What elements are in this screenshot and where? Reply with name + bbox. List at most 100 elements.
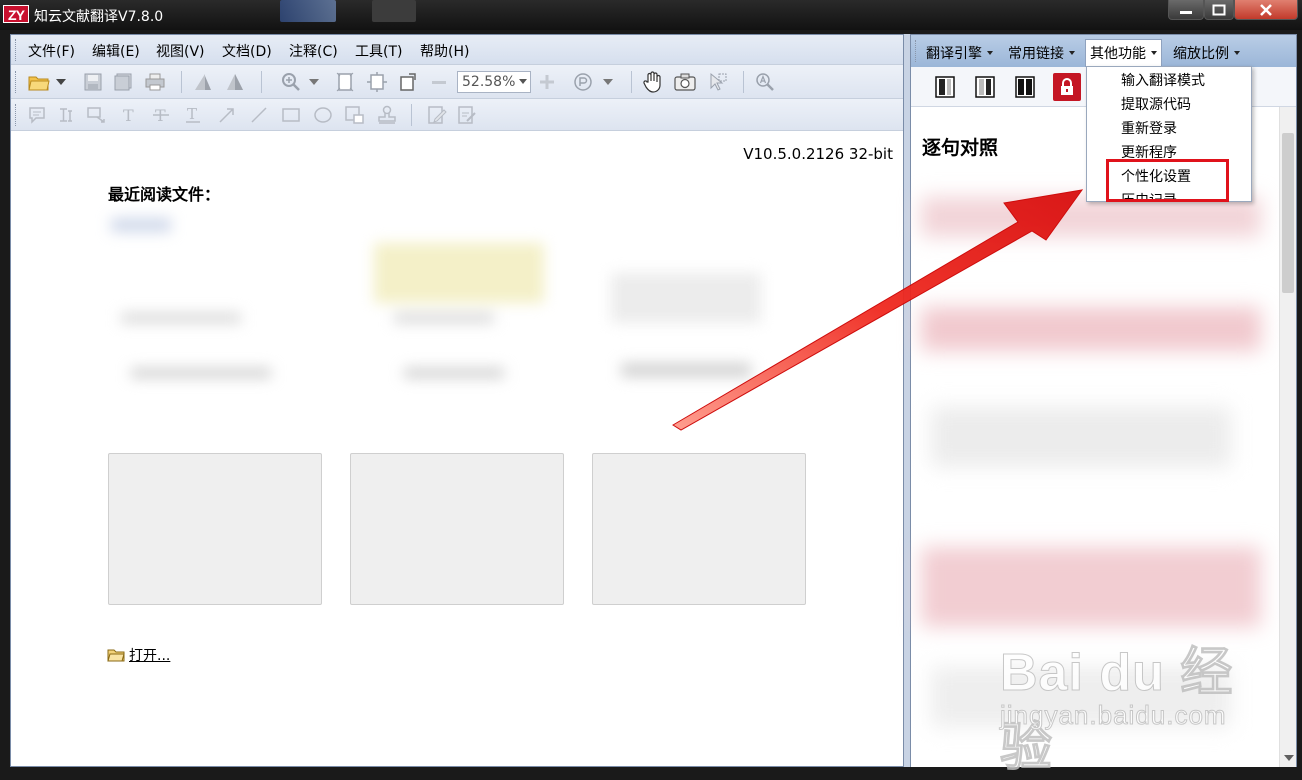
recent-file-thumbnail[interactable] [354,213,554,408]
sentence-compare-title: 逐句对照 [922,137,999,159]
callout-button[interactable] [85,103,109,127]
open-file-link[interactable]: 打开... [107,645,170,665]
pdf-viewer-pane: 文件(F) 编辑(E) 视图(V) 文档(D) 注释(C) 工具(T) 帮助(H… [10,34,904,767]
minimize-icon [1180,10,1192,14]
plus-icon [540,75,554,89]
sign-button[interactable] [455,103,479,127]
minimize-button[interactable] [1168,0,1204,20]
triangle-select-icon [227,74,243,90]
area-highlight-button[interactable] [343,103,367,127]
stamp-button[interactable] [375,103,399,127]
text-select-button[interactable] [191,70,215,94]
version-label: V10.5.0.2126 32-bit [743,145,893,163]
toolbar-separator [743,71,744,93]
save-button[interactable] [81,70,105,94]
rectangle-button[interactable] [279,103,303,127]
hand-tool-button[interactable] [641,70,665,94]
menu-tools[interactable]: 工具(T) [355,41,402,61]
title-bar: ZY 知云文献翻译V7.8.0 [0,0,1302,30]
fit-page-button[interactable] [333,70,357,94]
menu-edit[interactable]: 编辑(E) [92,41,140,61]
book-split-icon [935,76,955,98]
hand-icon [643,71,661,93]
line-button[interactable] [247,103,271,127]
note-button[interactable] [25,103,49,127]
ellipse-button[interactable] [311,103,335,127]
chevron-down-icon [1234,51,1240,55]
menu-annotation[interactable]: 注释(C) [289,41,338,61]
layout-dual-button[interactable] [1013,75,1037,99]
zoom-out-button[interactable] [427,70,451,94]
menu-common-links-label: 常用链接 [1008,46,1064,62]
layout-split-button[interactable] [933,75,957,99]
print-button[interactable] [143,70,167,94]
book-dual-icon [1015,76,1035,98]
menu-document[interactable]: 文档(D) [222,41,272,61]
underline-button[interactable]: T [181,103,205,127]
translation-menubar: 翻译引擎 常用链接 其他功能 缩放比例 [911,35,1296,69]
fit-width-button[interactable] [365,70,389,94]
empty-recent-slot [350,453,564,605]
letter-t-icon: T [123,106,134,124]
menu-file[interactable]: 文件(F) [28,41,75,61]
rectangle-icon [282,108,300,122]
find-text-button[interactable] [753,70,777,94]
watermark-url-text: jingyan.baidu.com [1000,700,1227,731]
svg-text:T: T [123,106,134,124]
callout-icon [87,107,105,123]
dropdown-item-extract-source-code[interactable]: 提取源代码 [1121,94,1191,114]
toolbar-grip [15,104,18,126]
edit-document-icon [428,106,447,124]
arrow-button[interactable] [215,103,239,127]
menu-translation-engine[interactable]: 翻译引擎 [926,43,993,63]
zoom-level-combobox[interactable]: 52.58% [457,71,531,93]
toolbar-grip [15,39,18,61]
ellipse-icon [314,107,332,123]
folder-open-icon [28,76,50,91]
chevron-down-icon [309,79,319,85]
edit-form-button[interactable] [425,103,449,127]
translation-scrollbar[interactable] [1279,107,1296,767]
underline-icon: T [186,106,200,123]
page-nav-button[interactable] [571,70,595,94]
snapshot-button[interactable] [673,70,697,94]
app-logo: ZY [3,5,29,23]
maximize-button[interactable] [1204,0,1234,20]
strikethrough-button[interactable]: T [149,103,173,127]
recent-file-thumbnail[interactable] [601,213,801,408]
line-icon [251,107,267,123]
snapshot-select-button[interactable] [223,70,247,94]
dropdown-item-relogin[interactable]: 重新登录 [1121,118,1177,138]
zoom-in-button[interactable] [279,70,303,94]
close-button[interactable] [1234,0,1298,20]
dropdown-item-input-translation-mode[interactable]: 输入翻译模式 [1121,70,1205,90]
menu-common-links[interactable]: 常用链接 [1008,43,1075,63]
menu-other-functions[interactable]: 其他功能 [1085,39,1162,69]
menu-zoom-ratio-label: 缩放比例 [1173,46,1229,62]
toolbar-separator [631,71,632,93]
menu-help[interactable]: 帮助(H) [420,41,469,61]
typewriter-button[interactable]: T [117,103,141,127]
menu-view[interactable]: 视图(V) [156,41,205,61]
lock-button[interactable] [1053,73,1081,101]
open-file-button[interactable] [27,70,51,94]
rotate-button[interactable] [397,70,421,94]
menu-translation-engine-label: 翻译引擎 [926,46,982,62]
search-text-icon [756,73,774,91]
select-tool-button[interactable] [705,70,729,94]
page-nav-dropdown[interactable] [601,70,615,94]
zoom-plus-button[interactable] [535,70,559,94]
text-box-button[interactable] [55,103,79,127]
save-all-button[interactable] [111,70,135,94]
recent-file-thumbnail[interactable] [101,213,301,408]
scrollbar-thumb[interactable] [1282,133,1294,293]
arrow-icon [219,108,234,123]
zoom-dropdown[interactable] [307,70,321,94]
blurred-translation-text [921,307,1261,351]
layout-sentence-button[interactable] [973,75,997,99]
sign-document-icon [458,106,476,124]
chevron-down-icon [519,79,527,84]
chevron-down-icon [603,79,613,85]
menu-zoom-ratio[interactable]: 缩放比例 [1173,43,1240,63]
open-file-dropdown[interactable] [55,70,67,94]
